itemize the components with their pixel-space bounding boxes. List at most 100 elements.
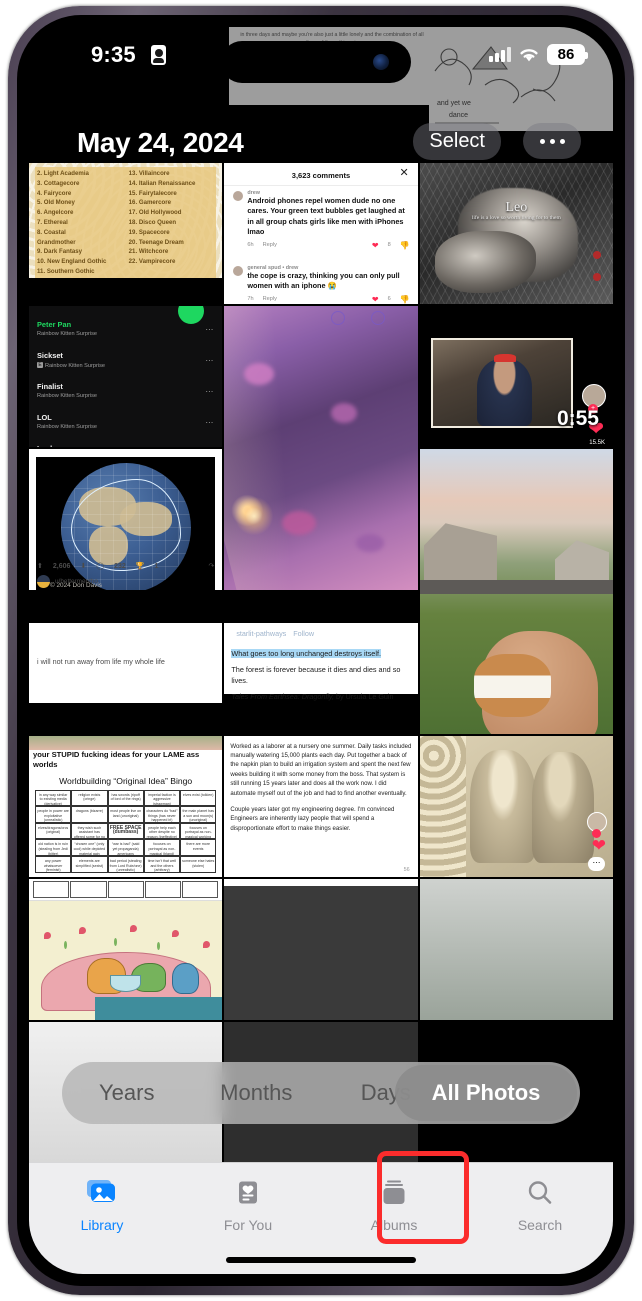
bingo-cell: “chosen one” (only cool) while depicted … bbox=[71, 839, 108, 857]
segment-all-photos[interactable]: All Photos bbox=[395, 1065, 577, 1121]
black-bottom-bar bbox=[29, 278, 223, 305]
bingo-cell: “war is bad” (said yet propaganda) ameri… bbox=[107, 839, 144, 857]
bingo-cell: has swords (ripoff of lord of the rings) bbox=[107, 789, 144, 807]
share-icon[interactable]: ↷ bbox=[208, 562, 214, 570]
tab-label: Albums bbox=[370, 1217, 418, 1233]
photo-thumbnail-stuffies-drawing[interactable] bbox=[29, 878, 223, 1020]
photo-grid[interactable]: 2. Light Academia 3. Cottagecore 4. Fairyc… bbox=[29, 163, 613, 1163]
photo-thumbnail-tiktok-comments[interactable]: 3,623 comments ✕ drew Android phones rep… bbox=[224, 163, 418, 305]
upvote-count: 2,606 bbox=[52, 562, 71, 570]
photo-thumbnail-screenwriters-text[interactable] bbox=[224, 878, 418, 1020]
aesthetic-list-item: 17. Old Hollywood bbox=[128, 209, 182, 217]
person-shape bbox=[476, 359, 533, 427]
battery-indicator: 86 bbox=[547, 44, 588, 65]
close-icon[interactable]: ✕ bbox=[399, 168, 408, 179]
more-dots-icon[interactable]: ⋯ bbox=[205, 325, 214, 334]
photo-thumbnail-worldbuilding-bingo[interactable]: your STUPID fucking ideas for your LAME … bbox=[29, 735, 223, 877]
photo-thumbnail-partial-1[interactable] bbox=[419, 878, 613, 1020]
timeline-segmented-control[interactable]: Years Months Days All Photos bbox=[62, 1062, 580, 1124]
bowl-shape bbox=[110, 974, 142, 992]
photo-thumbnail-aesthetics-list[interactable]: 2. Light Academia 3. Cottagecore 4. Fairyc… bbox=[29, 163, 223, 305]
comment-time: 6h bbox=[247, 242, 254, 249]
bingo-remnant-strip bbox=[29, 878, 223, 901]
bingo-grid: in any way similar to existing media (de… bbox=[35, 789, 217, 873]
divider bbox=[224, 185, 418, 186]
more-options-icon[interactable] bbox=[523, 123, 581, 159]
comment-bubble-icon[interactable]: ◯ bbox=[96, 562, 104, 570]
dislike-icon[interactable]: 👎 bbox=[400, 295, 410, 304]
note-text: i will not run away from life my whole l… bbox=[37, 657, 165, 667]
photo-thumbnail-vintage-couple[interactable]: ❤ ⋯ bbox=[419, 735, 613, 877]
like-count: 15.5K bbox=[589, 440, 605, 447]
aesthetic-list-item: 18. Disco Queen bbox=[128, 218, 177, 226]
bingo-caption: your STUPID fucking ideas for your LAME … bbox=[33, 749, 200, 769]
red-accent-dot bbox=[592, 250, 601, 259]
white-top-strip bbox=[224, 878, 418, 886]
person-shape bbox=[469, 749, 536, 863]
photo-thumbnail-engineer-story[interactable]: Worked as a laborer at a nursery one sum… bbox=[224, 735, 418, 877]
aesthetic-list-item: 9. Dark Fantasy bbox=[37, 248, 83, 256]
heart-icon[interactable]: ❤ bbox=[592, 837, 606, 854]
handwritten-caption bbox=[35, 900, 216, 905]
bingo-cell: religion exists (cringe) bbox=[71, 789, 108, 807]
comment-text: the cope is crazy, thinking you can only… bbox=[247, 271, 400, 291]
photo-thumbnail-purple-flowers[interactable] bbox=[224, 306, 418, 591]
bingo-cell: the main planet has a sun and moon(s) (u… bbox=[180, 806, 217, 823]
avatar bbox=[233, 266, 244, 276]
photo-thumbnail-reddit-globe[interactable]: © 2024 Don Davis ⬆ 2,606 ⬇ ◯ 232 🏆 1 ↷ u… bbox=[29, 449, 223, 591]
photo-thumbnail-tumblr-quote[interactable]: starlit-pathways Follow What goes too lo… bbox=[224, 592, 418, 734]
tab-label: Library bbox=[80, 1217, 124, 1233]
upvote-icon[interactable]: ⬆ bbox=[37, 562, 43, 570]
more-dots-icon[interactable]: ⋯ bbox=[205, 418, 214, 427]
aesthetics-right-column: 13. Villaincore 14. Italian Renaissance 15… bbox=[129, 169, 219, 277]
select-button[interactable]: Select bbox=[413, 123, 501, 160]
username: u/bettermentho bbox=[55, 578, 98, 586]
award-icon[interactable]: 🏆 bbox=[136, 562, 145, 570]
segment-years[interactable]: Years bbox=[62, 1080, 192, 1106]
tab-search[interactable]: Search bbox=[467, 1163, 613, 1274]
reply-button[interactable]: Reply bbox=[263, 296, 277, 302]
aesthetic-list-item: 6. Angelcore bbox=[37, 209, 74, 217]
heart-icon[interactable]: ❤ bbox=[372, 295, 379, 304]
aesthetic-list-item: 7. Ethereal bbox=[37, 218, 68, 226]
follow-button[interactable]: Follow bbox=[293, 629, 314, 638]
aesthetic-list-item: 8. Coastal bbox=[37, 228, 66, 236]
track-row: Lucky Rainbow Kitten Surprise ⋯ bbox=[37, 444, 214, 447]
bingo-cell: most people live on land (unoriginal) bbox=[107, 806, 144, 823]
bingo-cell: characters do “bad” things (has never ha… bbox=[143, 806, 181, 823]
video-duration: 0:55 bbox=[556, 407, 599, 431]
home-indicator bbox=[226, 1257, 416, 1263]
comment-bubble-icon[interactable]: ⋯ bbox=[587, 856, 605, 871]
phone-frame: 2. Light Academia 3. Cottagecore 4. Fairyc… bbox=[8, 6, 634, 1295]
photo-thumbnail-barn-ice-cream[interactable] bbox=[419, 449, 613, 734]
dislike-icon[interactable]: 👎 bbox=[400, 241, 410, 250]
more-dots-icon[interactable]: ⋯ bbox=[205, 387, 214, 396]
reply-button[interactable]: Reply bbox=[263, 242, 277, 248]
tumblr-username: starlit-pathways Follow bbox=[231, 629, 410, 638]
bingo-cell: focuses on portrayal as non-magical (bla… bbox=[143, 839, 181, 857]
tab-library[interactable]: Library bbox=[29, 1163, 175, 1274]
aesthetic-list-item: 3. Cottagecore bbox=[37, 179, 80, 187]
aesthetic-list-item: 10. New England Gothic bbox=[37, 258, 107, 266]
photo-thumbnail-white-note[interactable]: i will not run away from life my whole l… bbox=[29, 592, 223, 734]
tab-label: Search bbox=[517, 1217, 563, 1233]
bingo-cell: dragons (bizarre) bbox=[71, 806, 108, 823]
bingo-title: Worldbuilding “Original Idea” Bingo bbox=[59, 775, 193, 786]
photo-thumbnail-tiktok-video[interactable]: + ❤ 15.5K ⋯ 324 0:55 bbox=[419, 306, 613, 448]
highlighted-text: What goes too long unchanged destroys it… bbox=[231, 649, 382, 659]
photo-thumbnail-spotify-playlist[interactable]: Peter Pan Rainbow Kitten Surprise ⋯ Sick… bbox=[29, 306, 223, 448]
more-dots-icon[interactable]: ⋯ bbox=[205, 356, 214, 365]
photo-thumbnail-leo-bw[interactable]: Leo life is a love so worth living for t… bbox=[419, 163, 613, 305]
heart-icon[interactable]: ❤ bbox=[372, 241, 379, 250]
image-top-strip bbox=[29, 735, 223, 750]
bingo-cell: imperial faction is aggressive (strawman… bbox=[143, 789, 181, 807]
downvote-icon[interactable]: ⬇ bbox=[80, 562, 86, 570]
segment-months[interactable]: Months bbox=[192, 1080, 322, 1106]
track-title: Lucky bbox=[37, 444, 214, 447]
comment-text: Android phones repel women dude no one c… bbox=[247, 196, 405, 237]
bingo-cell: elves exist (tolkien) bbox=[180, 789, 217, 807]
bleed-black bbox=[229, 105, 429, 163]
track-artist: E Rainbow Kitten Surprise bbox=[37, 362, 214, 369]
table-shape bbox=[94, 997, 223, 1020]
bingo-cell: any power whatsoever (feminist) bbox=[35, 856, 72, 873]
